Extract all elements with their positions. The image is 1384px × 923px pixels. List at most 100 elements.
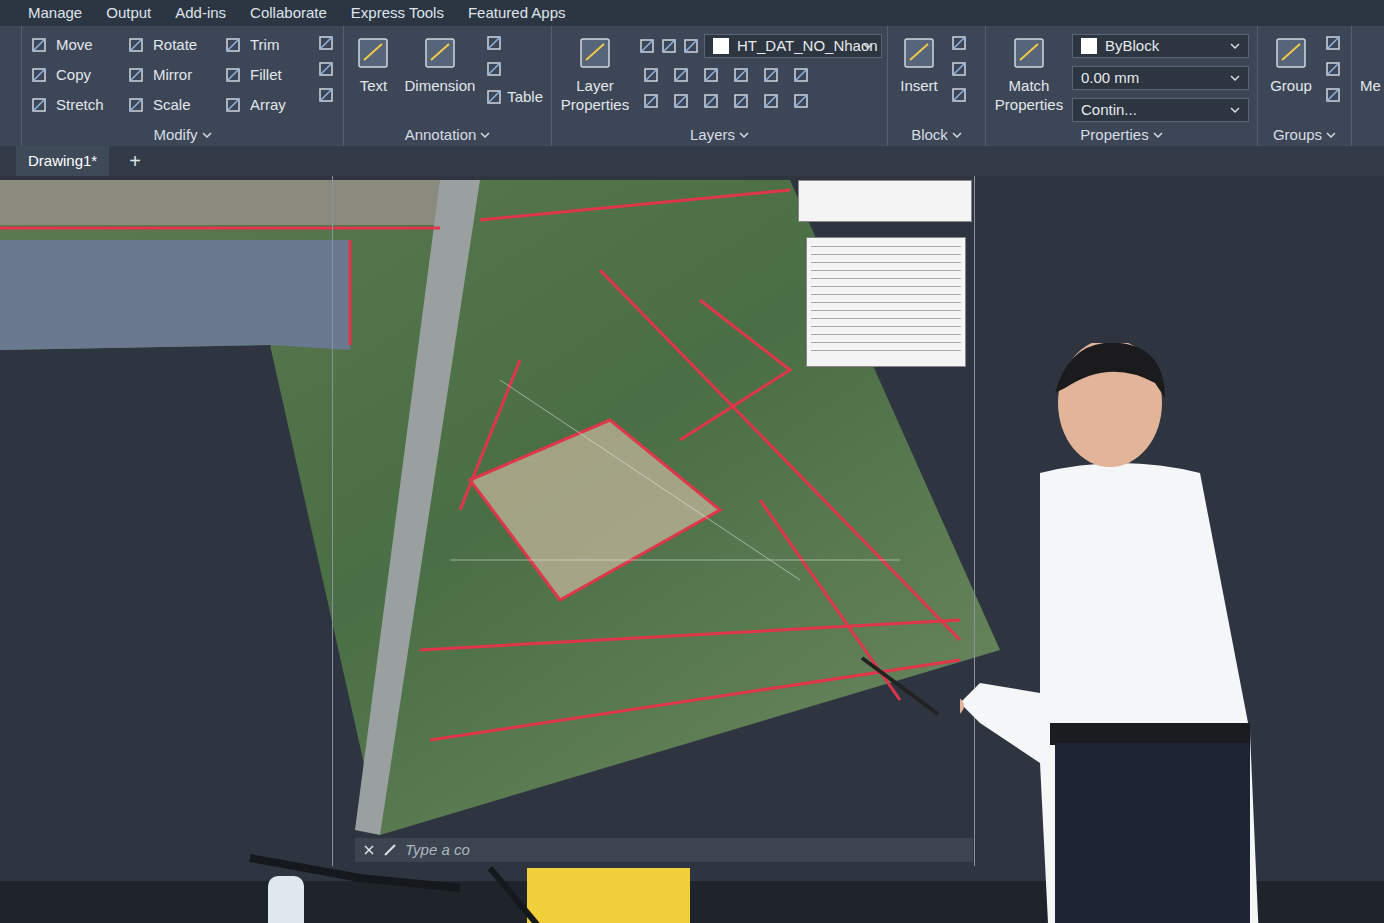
- tool-label: Stretch: [56, 94, 104, 117]
- linetype-dropdown[interactable]: Contin...: [1072, 98, 1249, 122]
- ungroup-icon: [1324, 34, 1342, 52]
- sun-icon: [660, 37, 678, 55]
- layer-tool-icon: [702, 66, 720, 84]
- layer-dropdown[interactable]: HT_DAT_NO_Nhaon: [704, 34, 882, 58]
- table-line: [811, 250, 961, 255]
- modify-tool[interactable]: Move: [30, 34, 115, 56]
- panel-caret-icon: [202, 130, 212, 140]
- land-use-table: [806, 237, 966, 367]
- insert-tool-icon: [900, 34, 938, 72]
- modify-tool[interactable]: Scale: [127, 94, 212, 116]
- color-dropdown[interactable]: ByBlock: [1072, 34, 1249, 58]
- tool-label: Trim: [250, 34, 279, 57]
- copy-clip-icon: [317, 60, 335, 78]
- layer-tool-icon: [762, 92, 780, 110]
- tool-label: Rotate: [153, 34, 197, 57]
- trim-icon: [224, 36, 242, 54]
- tool-label: Copy: [56, 64, 91, 87]
- panel-title: Layers: [552, 124, 887, 146]
- group-tool[interactable]: Group: [1266, 34, 1316, 95]
- color-dropdown-value: ByBlock: [1105, 35, 1222, 58]
- lineweight-dropdown[interactable]: 0.00 mm: [1072, 66, 1249, 90]
- table-tool[interactable]: Table: [485, 86, 543, 109]
- panel-caret-icon: [952, 130, 962, 140]
- text-tool-icon: [354, 34, 392, 72]
- tool-label: Array: [250, 94, 286, 117]
- modify-tool[interactable]: Array: [224, 94, 309, 116]
- panel-body: Move Rotate Trim Copy Mirror Fillet Stretch Sca…: [22, 26, 343, 124]
- menu-tab[interactable]: Manage: [28, 2, 82, 25]
- viewport-line: [974, 176, 975, 866]
- modify-tool[interactable]: Copy: [30, 64, 115, 86]
- panel-caret-icon: [480, 130, 490, 140]
- overflow-label[interactable]: Me: [1360, 77, 1381, 94]
- text-tool[interactable]: Text: [352, 34, 395, 95]
- table-line: [811, 242, 961, 247]
- table-line: [811, 346, 961, 351]
- ribbon-panel: Match PropertiesByBlock0.00 mmContin...P…: [986, 26, 1258, 146]
- modify-tool[interactable]: Trim: [224, 34, 309, 56]
- fillet-icon: [224, 66, 242, 84]
- insert-tool[interactable]: Insert: [896, 34, 942, 95]
- group-small: [1324, 34, 1342, 104]
- attribute-icon: [950, 86, 968, 104]
- drawing-canvas: +: [0, 176, 1384, 923]
- layer-row: HT_DAT_NO_Nhaon: [638, 34, 879, 58]
- tool-label: Scale: [153, 94, 191, 117]
- pointer-stick: [860, 656, 940, 716]
- menu-bar: Manage Output Add-ins Collaborate Express To…: [0, 0, 1384, 26]
- bulb-icon: [638, 37, 656, 55]
- insert-tool-label: Insert: [900, 76, 938, 95]
- dimension-tool[interactable]: Dimension: [403, 34, 477, 95]
- layer-properties-tool[interactable]: Layer Properties: [560, 34, 630, 114]
- color-swatch: [713, 38, 729, 54]
- panel-body: Layer Properties HT_DAT_NO_Nhaon: [552, 26, 887, 124]
- document-tabs: Drawing1* +: [0, 146, 1384, 176]
- scale-icon: [127, 96, 145, 114]
- move-icon: [30, 36, 48, 54]
- leader-icon: [485, 60, 543, 78]
- modify-tools: Move Rotate Trim Copy Mirror Fillet Stretch Sca…: [30, 34, 309, 116]
- layer-tool-icon: [792, 66, 810, 84]
- lineweight-dropdown-caret-icon: [1230, 73, 1240, 83]
- offset-icon: [317, 86, 335, 104]
- table-line: [811, 274, 961, 279]
- panel-title-text: Groups: [1273, 124, 1322, 147]
- rotate-icon: [127, 36, 145, 54]
- panel-title-text: Layers: [690, 124, 735, 147]
- tool-label: Move: [56, 34, 93, 57]
- match-properties-tool-icon: [1010, 34, 1048, 72]
- panel-title-text: Block: [911, 124, 948, 147]
- table-line: [811, 290, 961, 295]
- panel-title: Annotation: [344, 124, 551, 146]
- group-tool-label: Group: [1270, 76, 1312, 95]
- modify-tool[interactable]: Fillet: [224, 64, 309, 86]
- panel-body: Match Properties ByBlock 0.00 mm Contin...: [986, 26, 1257, 124]
- panel-body: Insert: [888, 26, 985, 124]
- match-properties-tool[interactable]: Match Properties: [994, 34, 1064, 114]
- array-icon: [224, 96, 242, 114]
- block-small: [950, 34, 968, 104]
- menu-tab[interactable]: Collaborate: [250, 2, 327, 25]
- modify-tool[interactable]: Stretch: [30, 94, 115, 116]
- command-input[interactable]: [405, 839, 965, 862]
- presenter: [960, 343, 1280, 923]
- panel-title: Modify: [22, 124, 343, 146]
- lock-icon: [682, 37, 700, 55]
- menu-tab[interactable]: Express Tools: [351, 2, 444, 25]
- menu-tab[interactable]: Output: [106, 2, 151, 25]
- match-properties-tool-label: Match Properties: [994, 76, 1064, 114]
- menu-tab[interactable]: Add-ins: [175, 2, 226, 25]
- table-line: [811, 322, 961, 327]
- new-tab-button[interactable]: +: [117, 146, 153, 176]
- ribbon: Move Rotate Trim Copy Mirror Fillet Stretch Sca…: [0, 26, 1384, 146]
- panel-title: Block: [888, 124, 985, 146]
- panel-title-text: Annotation: [405, 124, 477, 147]
- modify-tool[interactable]: Rotate: [127, 34, 212, 56]
- table-line: [811, 306, 961, 311]
- modify-tool[interactable]: Mirror: [127, 64, 212, 86]
- property-dropdowns: ByBlock 0.00 mm Contin...: [1072, 34, 1249, 122]
- menu-tab[interactable]: Featured Apps: [468, 2, 566, 25]
- document-tab[interactable]: Drawing1*: [16, 146, 109, 176]
- ribbon-panel: Move Rotate Trim Copy Mirror Fillet Stretch Sca…: [22, 26, 344, 146]
